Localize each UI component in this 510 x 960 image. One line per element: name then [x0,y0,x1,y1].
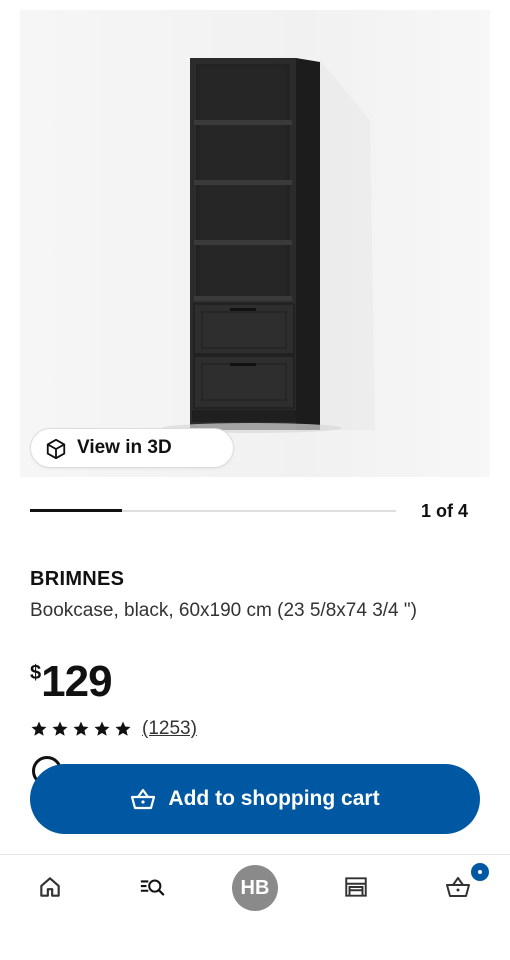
star-icon [52,721,68,736]
product-name: BRIMNES [30,568,125,590]
price-currency: $ [30,662,42,684]
search-list-icon [140,879,165,896]
view-in-3d-button[interactable]: View in 3D [30,428,234,468]
review-count-link[interactable]: (1253) [142,718,197,740]
add-to-cart-label: Add to shopping cart [168,787,380,810]
star-icon [31,721,47,736]
product-price: $ 129 [30,656,113,708]
gallery-pager: 1 of 4 [420,501,468,521]
rating-stars [30,720,132,738]
cube-icon [46,438,66,460]
home-icon [40,877,60,897]
star-icon [115,721,131,736]
view-in-3d-label: View in 3D [77,437,172,458]
bottom-tab-bar: HB [0,854,510,920]
gallery-progress [30,509,396,512]
add-to-cart-button[interactable]: Add to shopping cart [30,764,480,834]
cart-icon [446,877,470,897]
tab-search[interactable] [136,869,168,905]
bookcase-illustration [20,10,490,477]
tab-home[interactable] [36,869,64,905]
gallery-progress-fill [30,509,122,512]
cart-badge [469,861,491,883]
tab-store[interactable] [342,869,370,905]
product-image[interactable] [20,10,490,477]
basket-icon [131,788,156,810]
product-rating[interactable]: (1253) [30,718,197,740]
tab-profile-avatar[interactable]: HB [232,865,278,911]
product-description: Bookcase, black, 60x190 cm (23 5/8x74 3/… [30,600,417,621]
price-amount: 129 [41,657,112,706]
star-icon [94,721,110,736]
star-icon [73,721,89,736]
store-icon [345,877,367,897]
